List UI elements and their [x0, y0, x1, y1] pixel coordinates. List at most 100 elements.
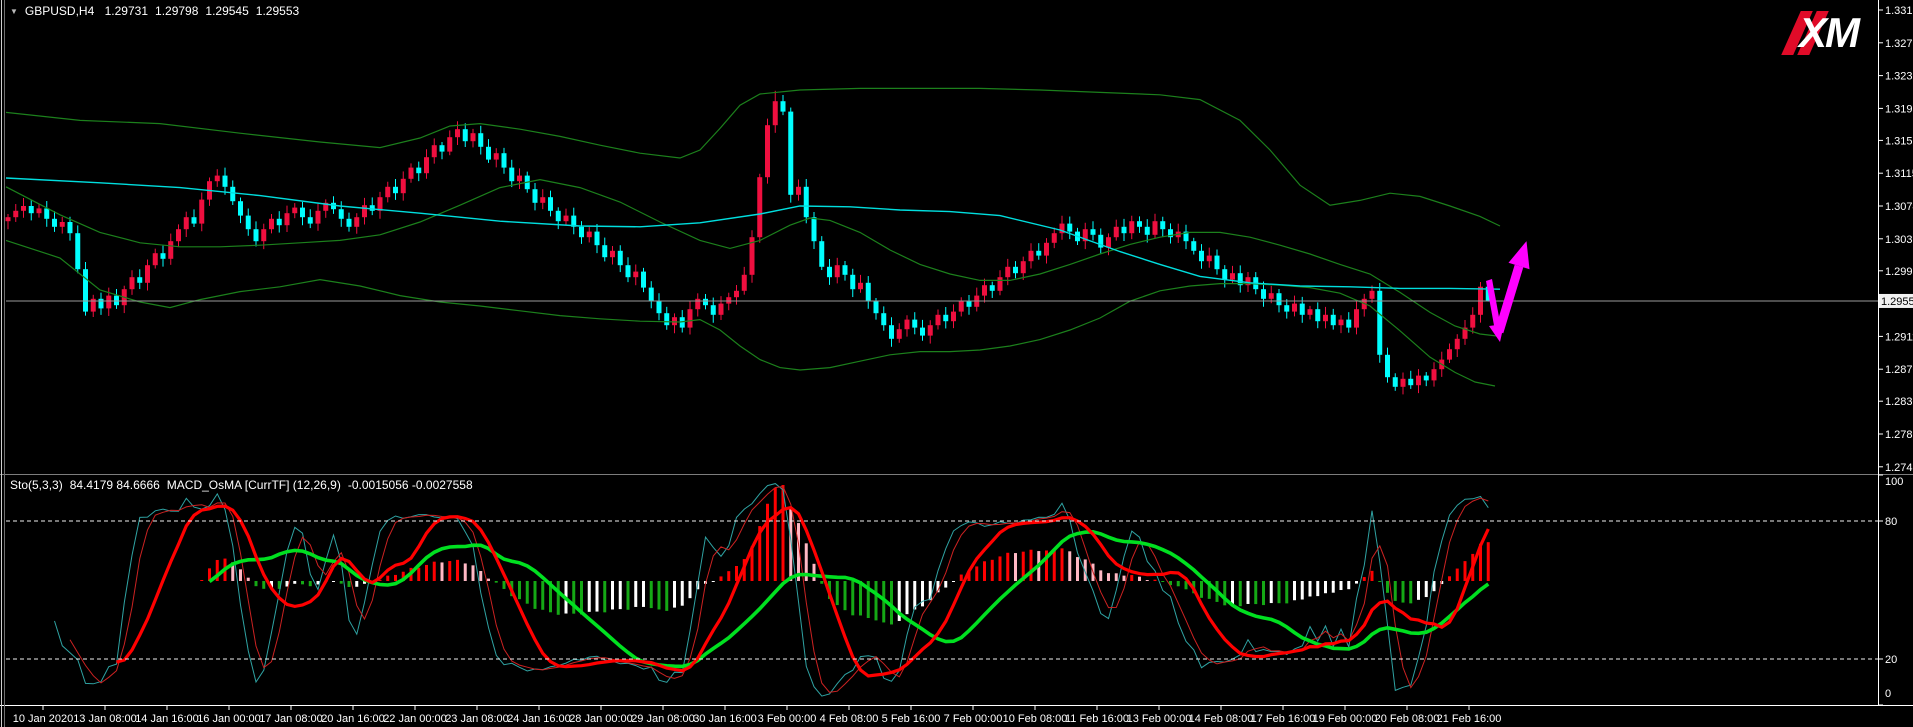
main-chart-panel[interactable] [6, 88, 1501, 394]
candle-body [1447, 349, 1452, 359]
candle-body [564, 216, 569, 222]
ohlc-open: 1.29731 [105, 4, 148, 18]
price-axis-label: 1.31150 [1885, 168, 1913, 180]
candle-body [114, 296, 119, 306]
osma-bar [1309, 581, 1312, 596]
osma-bar [1115, 573, 1118, 581]
osma-bar [627, 581, 630, 610]
candle-body [533, 189, 538, 203]
osma-bar [689, 581, 692, 598]
candle-body [1021, 261, 1026, 273]
candle-body [765, 125, 770, 177]
candle-body [385, 187, 390, 197]
time-axis-label: 24 Jan 16:00 [507, 713, 571, 725]
osma-bar [991, 560, 994, 581]
osma-bar [588, 581, 591, 612]
osma-bar [681, 581, 684, 606]
time-axis-label: 10 Jan 2020 [13, 713, 74, 725]
candle-body [835, 265, 840, 277]
osma-bar [999, 556, 1002, 581]
osma-bar [340, 581, 343, 584]
candle-body [339, 209, 344, 219]
chart-canvas[interactable]: 1.331901.327801.323701.319601.315601.311… [0, 0, 1913, 727]
candle-body [959, 301, 964, 311]
candle-body [308, 217, 313, 223]
candle-body [1354, 309, 1359, 327]
candle-body [618, 251, 623, 265]
candle-body [416, 168, 421, 174]
time-axis-label: 4 Feb 08:00 [820, 713, 879, 725]
candle-body [1346, 320, 1351, 328]
osma-bar [518, 581, 521, 599]
osma-bar [526, 581, 529, 604]
candle-body [990, 285, 995, 291]
candle-body [587, 232, 592, 238]
ohlc-close: 1.29553 [256, 4, 299, 18]
candle-body [362, 205, 367, 217]
candle-body [1044, 243, 1049, 256]
candle-body [540, 197, 545, 203]
candle-body [13, 211, 18, 217]
osma-bar [1316, 581, 1319, 596]
candle-body [819, 241, 824, 267]
stoch-values: 84.4179 84.6666 [70, 478, 160, 492]
osma-bar [611, 581, 614, 609]
osma-bar [200, 580, 203, 581]
candle-body [711, 305, 716, 315]
candle-body [1114, 227, 1119, 237]
candle-body [347, 219, 352, 227]
osma-bar [1378, 581, 1381, 582]
stoch-name: Sto(5,3,3) [10, 478, 63, 492]
osma-histogram [200, 485, 1490, 624]
price-axis[interactable]: 1.331901.327801.323701.319601.315601.311… [1878, 5, 1913, 705]
candle-body [432, 145, 437, 157]
oscillator-axis-label: 80 [1885, 516, 1897, 528]
osma-bar [247, 578, 250, 581]
osma-bar [619, 581, 622, 609]
candle-body [269, 219, 274, 229]
osma-bar [1262, 581, 1265, 605]
osma-bar [720, 576, 723, 581]
price-axis-label: 1.27480 [1885, 462, 1913, 474]
candle-body [579, 227, 584, 237]
candle-body [1199, 251, 1204, 261]
osma-bar [665, 581, 668, 611]
indicator-panel[interactable] [55, 484, 1490, 696]
trade-direction-arrow[interactable] [1486, 241, 1530, 342]
candle-body [1377, 291, 1382, 355]
candle-body [796, 187, 801, 195]
osma-bar [1371, 571, 1374, 581]
osma-bar [1324, 581, 1327, 593]
candle-body [998, 277, 1003, 291]
candle-body [804, 187, 809, 217]
candle-body [1129, 221, 1134, 233]
candle-body [920, 328, 925, 336]
candle-body [137, 277, 142, 283]
candle-body [21, 206, 26, 211]
candle-body [1292, 304, 1297, 312]
candle-body [1036, 251, 1041, 256]
osma-bar [859, 581, 862, 615]
osma-bar [464, 563, 467, 581]
osma-bar [658, 581, 661, 609]
candle-body [509, 168, 514, 182]
candle-body [75, 233, 80, 269]
osma-bar [1014, 553, 1017, 581]
time-axis-label: 16 Jan 00:00 [197, 713, 261, 725]
time-axis-label: 11 Feb 16:00 [1065, 713, 1129, 725]
osma-bar [417, 568, 420, 581]
osma-bar [1138, 577, 1141, 581]
chevron-down-icon[interactable]: ▼ [10, 7, 18, 16]
osma-bar [472, 565, 475, 581]
time-axis[interactable]: 10 Jan 202013 Jan 08:0014 Jan 16:0016 Ja… [13, 706, 1502, 725]
candle-body [1385, 355, 1390, 377]
osma-bar [1278, 581, 1281, 603]
time-axis-label: 5 Feb 16:00 [882, 713, 941, 725]
candle-body [1408, 379, 1413, 385]
price-axis-label: 1.28300 [1885, 396, 1913, 408]
xm-logo: XM [1785, 8, 1877, 58]
candle-body [1308, 309, 1313, 315]
time-axis-label: 14 Jan 16:00 [135, 713, 199, 725]
osma-bar [503, 581, 506, 589]
osma-bar [1355, 581, 1358, 584]
